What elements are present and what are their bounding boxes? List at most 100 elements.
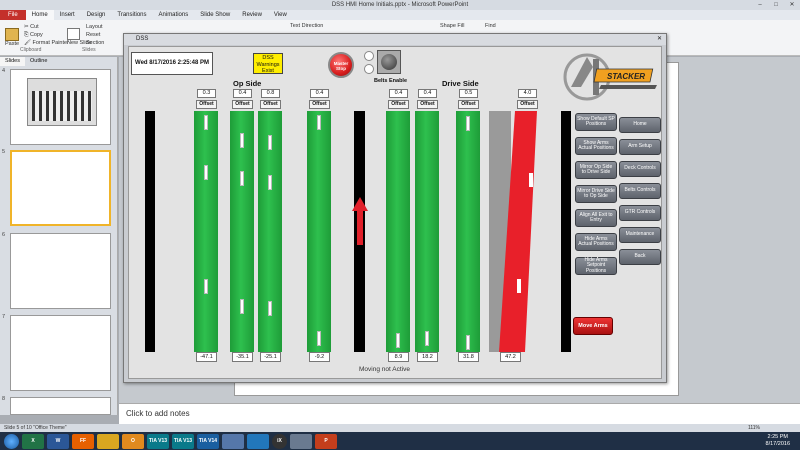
slide-thumbnail[interactable]	[10, 397, 111, 415]
find-button[interactable]: Find	[485, 23, 496, 29]
align-exit-to-entry-button[interactable]: Align All Exit to Entry	[575, 209, 617, 227]
drive-arm-2-offset-button[interactable]: Offset	[417, 100, 438, 109]
arm-setup-button[interactable]: Arm Setup	[619, 139, 661, 155]
op-arm-3-offset-value[interactable]: 0.8	[261, 89, 280, 98]
tab-slides[interactable]: Slides	[0, 57, 25, 66]
warning-indicator[interactable]: DSS Warnings Exist	[253, 53, 283, 74]
text-direction-button[interactable]: Text Direction	[290, 23, 323, 29]
cut-button[interactable]: ✂ Cut	[24, 23, 69, 31]
belts-controls-button[interactable]: Belts Controls	[619, 183, 661, 199]
op-side-label: Op Side	[233, 79, 262, 88]
entry-side-rail	[145, 111, 155, 352]
close-icon[interactable]: ✕	[784, 0, 800, 10]
drive-arm-3-offset-value[interactable]: 0.5	[459, 89, 478, 98]
shape-fill-button[interactable]: Shape Fill	[440, 23, 464, 29]
mirror-op-to-drive-button[interactable]: Mirror Op Side to Drive Side	[575, 161, 617, 179]
slide-number: 5	[2, 149, 6, 155]
arm-position-marker	[268, 301, 272, 316]
back-button[interactable]: Back	[619, 249, 661, 265]
op-arm-4-offset-button[interactable]: Offset	[309, 100, 330, 109]
op-arm-2-offset-button[interactable]: Offset	[232, 100, 253, 109]
drive-arm-3-offset-button[interactable]: Offset	[458, 100, 479, 109]
op-arm-3-offset-button[interactable]: Offset	[260, 100, 281, 109]
tab-review[interactable]: Review	[236, 10, 268, 20]
op-arm-4-position: -9.2	[309, 352, 330, 362]
tab-animations[interactable]: Animations	[153, 10, 195, 20]
tab-view[interactable]: View	[268, 10, 293, 20]
hmi-thumbnail-image	[27, 78, 97, 126]
belts-enable-switch[interactable]	[377, 50, 401, 74]
hide-arms-setpoint-positions-button[interactable]: Hide Arms Setpoint Positions	[575, 257, 617, 275]
deck-controls-button[interactable]: Deck Controls	[619, 161, 661, 177]
show-arms-actual-positions-button[interactable]: Show Arms Actual Positions	[575, 137, 617, 155]
tia-v13-icon[interactable]: TIA V13	[147, 433, 169, 449]
mirror-drive-to-op-button[interactable]: Mirror Drive Side to Op Side	[575, 185, 617, 203]
dss-window[interactable]: DSS ✕ Wed 8/17/2016 2:25:48 PM DSS Warni…	[123, 33, 667, 383]
ix-icon[interactable]: iX	[272, 433, 287, 449]
reset-button[interactable]: Reset	[86, 31, 104, 39]
hmi-app-icon[interactable]	[290, 433, 312, 449]
app-icon[interactable]	[247, 433, 269, 449]
taskbar-clock[interactable]: 2:25 PM 8/17/2016	[766, 434, 790, 448]
tab-transitions[interactable]: Transitions	[111, 10, 152, 20]
master-stop-button[interactable]: Master Stop	[328, 52, 354, 78]
firefox-icon[interactable]: FF	[72, 433, 94, 449]
layout-button[interactable]: Layout	[86, 23, 104, 31]
home-button[interactable]: Home	[619, 117, 661, 133]
section-button[interactable]: Section	[86, 39, 104, 47]
op-arm-1-offset-button[interactable]: Offset	[196, 100, 217, 109]
tab-insert[interactable]: Insert	[54, 10, 81, 20]
slide-thumbnail[interactable]	[10, 233, 111, 309]
tab-slide-show[interactable]: Slide Show	[194, 10, 236, 20]
format-painter-button[interactable]: 🖌 Format Painter	[24, 39, 69, 47]
dss-titlebar: DSS ✕	[124, 34, 666, 45]
paste-button[interactable]: Paste	[5, 28, 19, 47]
window-title: DSS HMI Home Initials.pptx - Microsoft P…	[331, 2, 469, 8]
notes-pane[interactable]: Click to add notes	[119, 403, 800, 424]
slide-thumbnail-selected[interactable]	[10, 150, 111, 226]
tia-v14-icon[interactable]: TIA V14	[197, 433, 219, 449]
dss-close-icon[interactable]: ✕	[657, 34, 662, 45]
move-arms-button[interactable]: Move Arms	[573, 317, 613, 335]
tia-v13-icon[interactable]: TIA V13	[172, 433, 194, 449]
outlook-icon[interactable]: O	[122, 433, 144, 449]
op-arm-4-offset-value[interactable]: 0.4	[310, 89, 329, 98]
slides-panel-tabs: Slides Outline	[0, 57, 117, 66]
maintenance-button[interactable]: Maintenance	[619, 227, 661, 243]
start-button[interactable]	[4, 433, 19, 449]
cut-label: Cut	[30, 24, 39, 30]
arm-position-marker	[466, 335, 470, 350]
tab-design[interactable]: Design	[81, 10, 112, 20]
drive-arm-2-offset-value[interactable]: 0.4	[418, 89, 437, 98]
app-icon[interactable]	[222, 433, 244, 449]
hide-arms-actual-positions-button[interactable]: Hide Arms Actual Positions	[575, 233, 617, 251]
word-icon[interactable]: W	[47, 433, 69, 449]
tab-home[interactable]: Home	[25, 10, 54, 20]
clock-time: 2:25 PM	[767, 434, 788, 440]
gtr-controls-button[interactable]: GTR Controls	[619, 205, 661, 221]
drive-arm-1-position: 8.9	[388, 352, 409, 362]
excel-icon[interactable]: X	[22, 433, 44, 449]
maximize-icon[interactable]: □	[768, 0, 784, 10]
drive-arm-1-offset-button[interactable]: Offset	[388, 100, 409, 109]
drive-arm-2-bar	[415, 111, 439, 352]
zoom-level[interactable]: 111%	[748, 424, 760, 432]
drive-arm-4-offset-value[interactable]: 4.0	[518, 89, 537, 98]
taskbar: X W FF O TIA V13 TIA V13 TIA V14 iX P 2:…	[0, 432, 800, 450]
show-default-sp-positions-button[interactable]: Show Default SP Positions	[575, 113, 617, 131]
copy-button[interactable]: ⎘ Copy	[24, 31, 69, 39]
logo-text: STACKER	[607, 72, 645, 81]
slide-thumbnail[interactable]	[10, 315, 111, 391]
op-arm-2-offset-value[interactable]: 0.4	[233, 89, 252, 98]
explorer-icon[interactable]	[97, 433, 119, 449]
op-arm-1-offset-value[interactable]: 0.3	[197, 89, 216, 98]
paste-label: Paste	[5, 41, 20, 47]
tab-file[interactable]: File	[0, 10, 26, 20]
slides-group-label: Slides	[82, 47, 96, 53]
drive-arm-4-offset-button[interactable]: Offset	[517, 100, 538, 109]
minimize-icon[interactable]: –	[752, 0, 768, 10]
drive-arm-1-offset-value[interactable]: 0.4	[389, 89, 408, 98]
powerpoint-icon[interactable]: P	[315, 433, 337, 449]
slide-thumbnail[interactable]	[10, 69, 111, 145]
tab-outline[interactable]: Outline	[25, 57, 52, 66]
